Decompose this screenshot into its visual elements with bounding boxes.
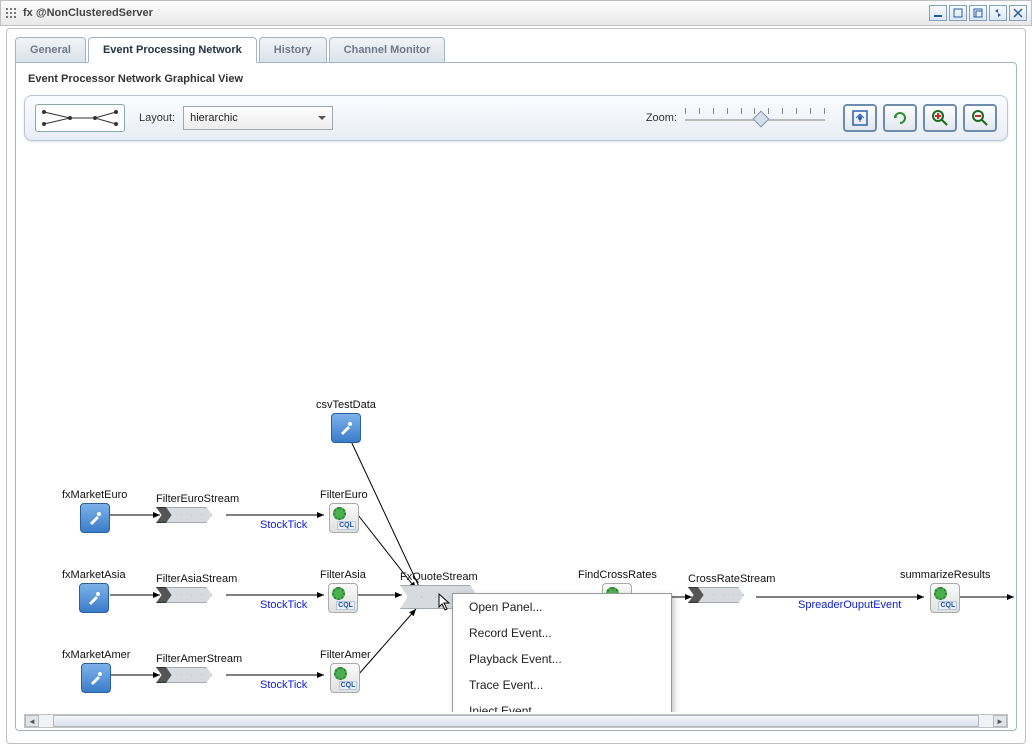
adapter-icon	[80, 503, 110, 533]
node-label: FindCrossRates	[578, 569, 657, 581]
node-fxMarketEuro[interactable]: fxMarketEuro	[62, 489, 127, 533]
channel-icon	[156, 507, 216, 523]
zoom-slider[interactable]	[685, 108, 825, 128]
tab-general[interactable]: General	[15, 37, 86, 63]
zoom-out-button[interactable]	[963, 104, 997, 132]
layout-preview-icon[interactable]	[35, 104, 125, 132]
node-FilterEuro[interactable]: FilterEuro CQL	[320, 489, 368, 533]
window-titlebar: fx @NonClusteredServer	[0, 0, 1032, 26]
tab-event-processing-network[interactable]: Event Processing Network	[88, 37, 257, 63]
maximize-button[interactable]	[969, 5, 987, 21]
horizontal-scrollbar[interactable]: ◄ ►	[24, 714, 1008, 728]
node-FilterAsia[interactable]: FilterAsia CQL	[320, 569, 366, 613]
ctx-playback-event[interactable]: Playback Event...	[453, 646, 671, 672]
app-grid-icon	[5, 7, 17, 19]
scroll-right-button[interactable]: ►	[993, 715, 1007, 727]
channel-label: FilterAmerStream	[156, 653, 242, 665]
link-label-stocktick: StockTick	[260, 599, 307, 611]
channel-label: FxQuoteStream	[400, 571, 478, 583]
layout-label: Layout:	[139, 112, 175, 124]
link-label-stocktick: StockTick	[260, 679, 307, 691]
epn-canvas[interactable]: fxMarketEuro fxMarketAsia fxMarketAmer c…	[16, 195, 1016, 712]
node-fxMarketAmer[interactable]: fxMarketAmer	[62, 649, 130, 693]
ctx-inject-event[interactable]: Inject Event...	[453, 698, 671, 712]
node-label: fxMarketAmer	[62, 649, 130, 661]
ctx-open-panel[interactable]: Open Panel...	[453, 594, 671, 620]
node-label: summarizeResults	[900, 569, 990, 581]
cql-icon: CQL	[329, 503, 359, 533]
node-FilterAmer[interactable]: FilterAmer CQL	[320, 649, 371, 693]
channel-FilterEuroStream[interactable]: FilterEuroStream	[156, 493, 239, 523]
refresh-button[interactable]	[883, 104, 917, 132]
channel-CrossRateStream[interactable]: CrossRateStream	[688, 573, 775, 603]
scroll-left-button[interactable]: ◄	[25, 715, 39, 727]
fit-to-screen-button[interactable]	[843, 104, 877, 132]
window-title: fx @NonClusteredServer	[23, 7, 153, 19]
node-summarizeResults[interactable]: summarizeResults CQL	[900, 569, 990, 613]
scroll-track[interactable]	[39, 715, 993, 727]
restore-button[interactable]	[949, 5, 967, 21]
tab-bar: General Event Processing Network History…	[7, 29, 1025, 63]
layout-dropdown[interactable]: hierarchic	[183, 106, 333, 130]
channel-FilterAmerStream[interactable]: FilterAmerStream	[156, 653, 242, 683]
panel-header: Event Processor Network Graphical View	[16, 63, 1016, 91]
node-fxMarketAsia[interactable]: fxMarketAsia	[62, 569, 126, 613]
tab-history[interactable]: History	[259, 37, 327, 63]
node-label: csvTestData	[316, 399, 376, 411]
channel-label: CrossRateStream	[688, 573, 775, 585]
context-menu: Open Panel... Record Event... Playback E…	[452, 593, 672, 712]
adapter-icon	[81, 663, 111, 693]
channel-icon	[156, 587, 216, 603]
node-label: fxMarketAsia	[62, 569, 126, 581]
scroll-thumb[interactable]	[53, 715, 979, 727]
layout-value: hierarchic	[190, 112, 238, 124]
window-buttons	[929, 5, 1027, 21]
toolbar: Layout: hierarchic Zoom:	[24, 95, 1008, 141]
zoom-label: Zoom:	[646, 112, 677, 124]
swap-button[interactable]	[989, 5, 1007, 21]
ctx-trace-event[interactable]: Trace Event...	[453, 672, 671, 698]
link-label-spreader: SpreaderOuputEvent	[798, 599, 901, 611]
link-label-stocktick: StockTick	[260, 519, 307, 531]
adapter-icon	[331, 413, 361, 443]
close-button[interactable]	[1009, 5, 1027, 21]
node-label: FilterAmer	[320, 649, 371, 661]
minimize-button[interactable]	[929, 5, 947, 21]
epn-panel: Event Processor Network Graphical View L…	[15, 62, 1017, 731]
channel-FilterAsiaStream[interactable]: FilterAsiaStream	[156, 573, 237, 603]
workspace: General Event Processing Network History…	[6, 28, 1026, 744]
channel-label: FilterAsiaStream	[156, 573, 237, 585]
cql-icon: CQL	[330, 663, 360, 693]
node-csvTestData[interactable]: csvTestData	[316, 399, 376, 443]
channel-label: FilterEuroStream	[156, 493, 239, 505]
zoom-in-button[interactable]	[923, 104, 957, 132]
ctx-record-event[interactable]: Record Event...	[453, 620, 671, 646]
node-label: FilterAsia	[320, 569, 366, 581]
channel-icon	[156, 667, 216, 683]
channel-icon	[688, 587, 748, 603]
adapter-icon	[79, 583, 109, 613]
node-label: FilterEuro	[320, 489, 368, 501]
tab-channel-monitor[interactable]: Channel Monitor	[329, 37, 446, 63]
cql-icon: CQL	[328, 583, 358, 613]
node-label: fxMarketEuro	[62, 489, 127, 501]
cql-icon: CQL	[930, 583, 960, 613]
